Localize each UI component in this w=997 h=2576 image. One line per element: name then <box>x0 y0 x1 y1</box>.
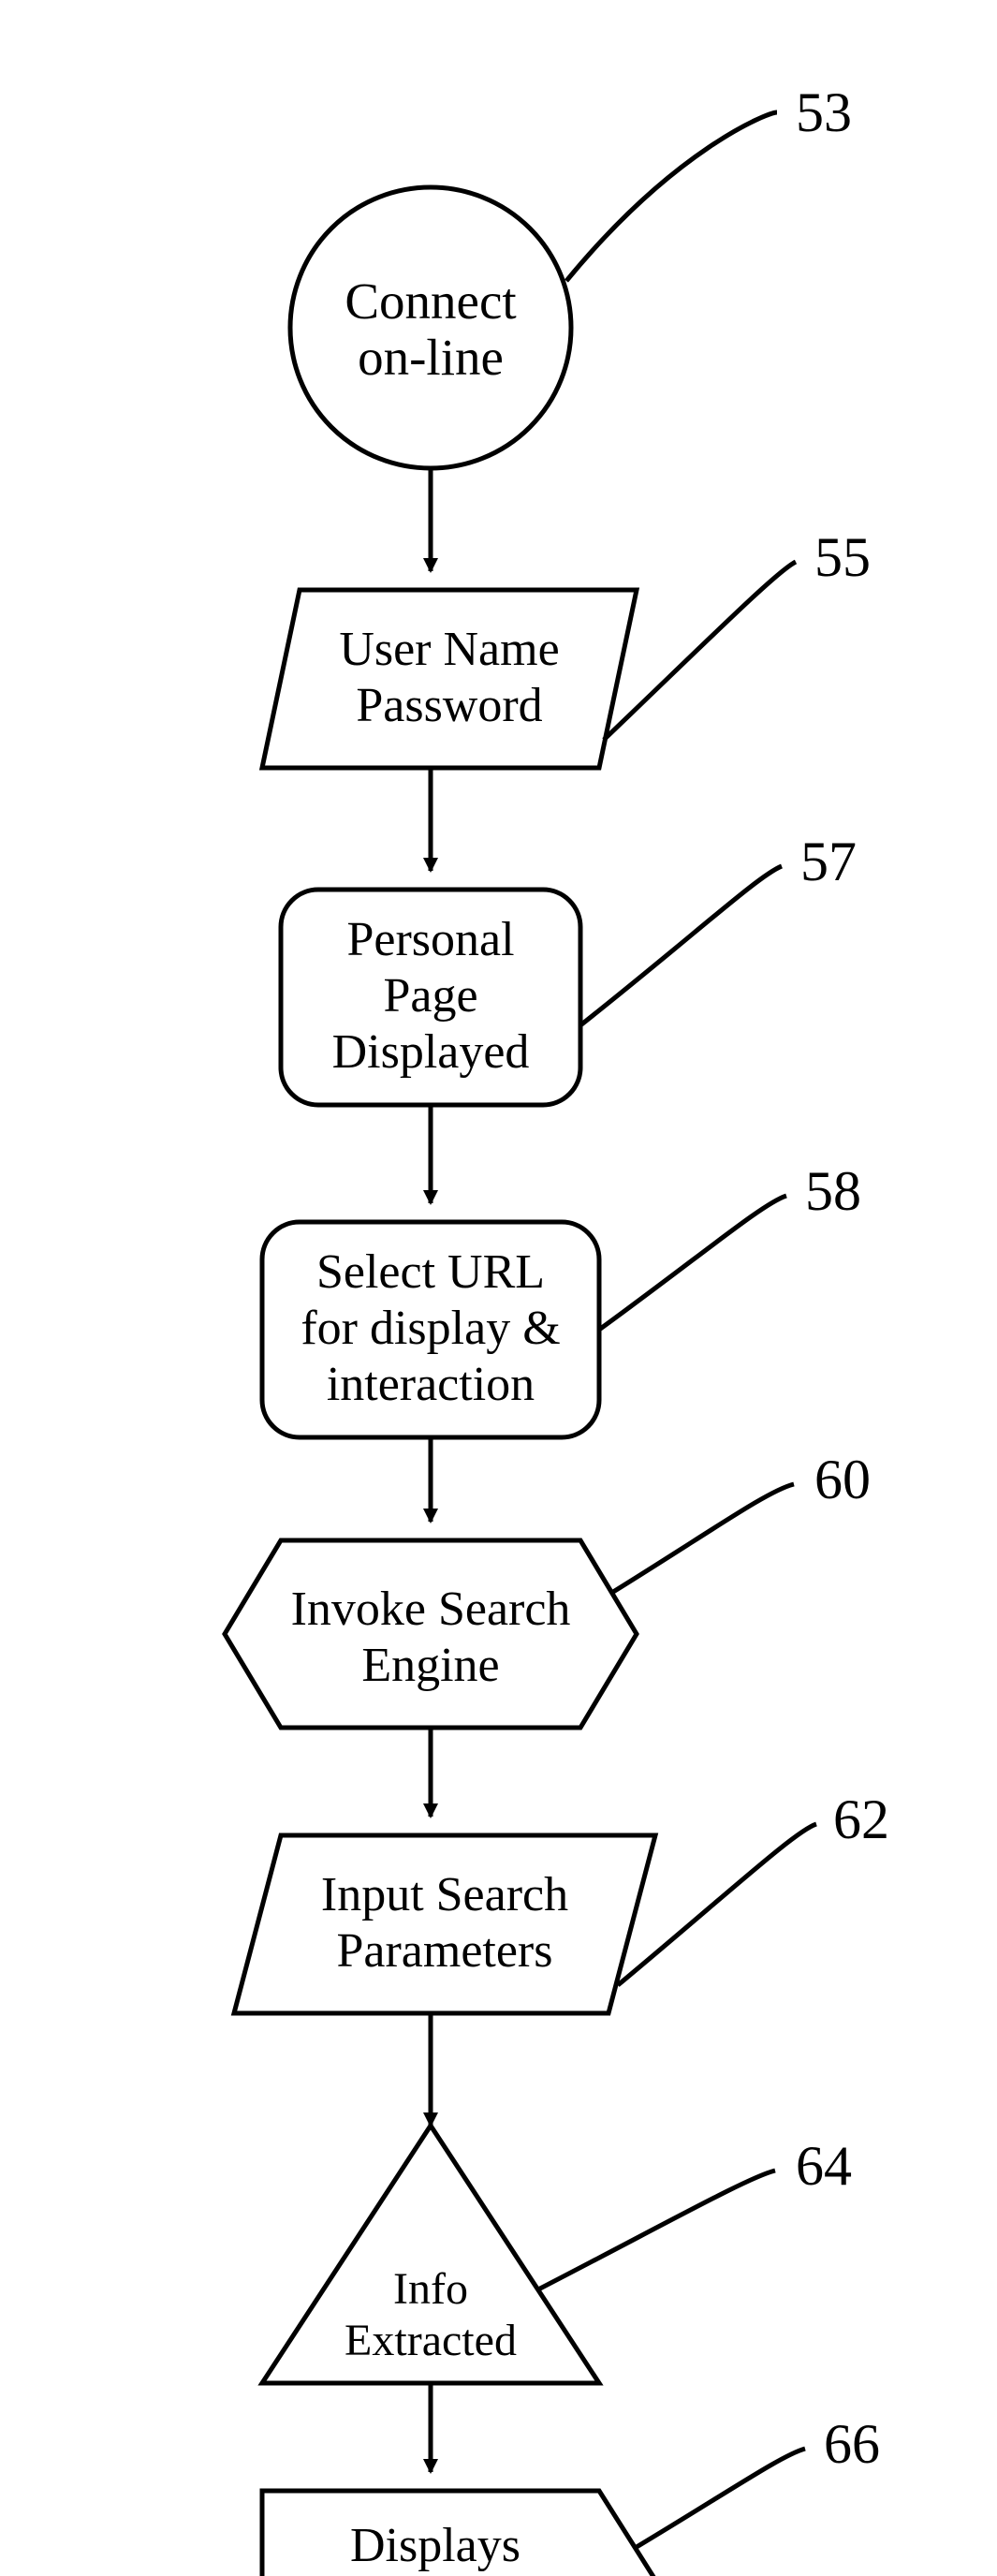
reference-connector <box>580 866 782 1025</box>
node-text: Displays <box>350 2519 520 2572</box>
node-text: Connect <box>345 272 516 330</box>
node-input-search-parameters: Input Search Parameters <box>234 1835 655 2013</box>
node-info-extracted: Info Extracted <box>262 2126 599 2383</box>
node-text: Extracted <box>345 2316 517 2365</box>
node-connect-online: Connect on-line <box>290 187 571 468</box>
node-invoke-search-engine: Invoke Search Engine <box>225 1540 637 1728</box>
reference-connector <box>599 1196 786 1330</box>
node-displays-web-info: Displays WEB info <box>262 2491 655 2576</box>
reference-connector <box>613 1484 794 1592</box>
reference-label-66: 66 <box>824 2413 880 2475</box>
node-text: Invoke Search <box>291 1582 571 1636</box>
reference-connector <box>538 2171 775 2289</box>
node-text: Input Search <box>321 1868 568 1921</box>
reference-connector <box>566 112 777 281</box>
reference-label-58: 58 <box>805 1160 861 1222</box>
node-username-password: User Name Password <box>262 590 637 768</box>
node-personal-page-displayed: Personal Page Displayed <box>281 890 580 1105</box>
node-text: User Name <box>339 623 559 676</box>
reference-connector <box>637 2449 805 2547</box>
node-text: Password <box>356 679 542 732</box>
reference-label-64: 64 <box>796 2135 852 2197</box>
flowchart: Connect on-line 53 User Name Password 55… <box>0 0 997 2576</box>
reference-label-62: 62 <box>833 1788 889 1850</box>
node-text: on-line <box>358 329 504 386</box>
node-text: Page <box>383 969 477 1023</box>
reference-connector <box>618 1824 816 1985</box>
reference-label-57: 57 <box>800 831 857 892</box>
reference-label-55: 55 <box>814 526 871 588</box>
node-text: for display & <box>301 1302 560 1355</box>
node-text: Parameters <box>336 1924 552 1978</box>
node-text: Info <box>393 2264 468 2314</box>
node-text: Personal <box>346 913 514 966</box>
node-text: Engine <box>361 1639 499 1692</box>
node-text: interaction <box>327 1358 535 1411</box>
reference-label-53: 53 <box>796 81 852 143</box>
node-select-url: Select URL for display & interaction <box>262 1222 599 1437</box>
node-text: Select URL <box>316 1245 545 1299</box>
node-text: Displayed <box>332 1025 530 1079</box>
reference-label-60: 60 <box>814 1449 871 1510</box>
